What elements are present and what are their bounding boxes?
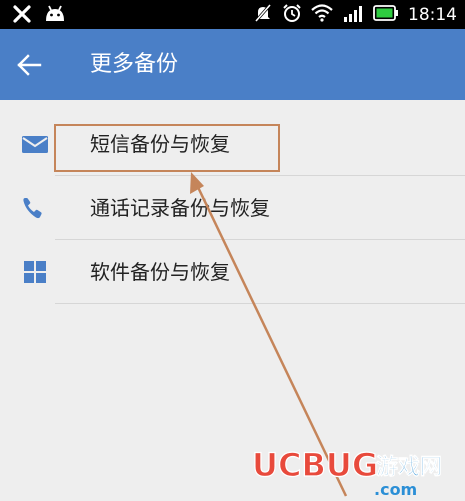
- screen: 18:14 更多备份 短信备份与恢复 通话记录备份与恢复 软件备份与恢复 UCB…: [0, 0, 465, 501]
- annotation-arrow: [190, 172, 348, 497]
- watermark-tagline: 游戏网: [376, 454, 442, 480]
- watermark-logo: UCBUG 游戏网 .com: [251, 440, 462, 499]
- ucbug-logo-icon: UCBUG 游戏网 .com: [251, 445, 442, 499]
- watermark-brand: UCBUG: [252, 446, 378, 484]
- watermark-domain: .com: [374, 480, 417, 498]
